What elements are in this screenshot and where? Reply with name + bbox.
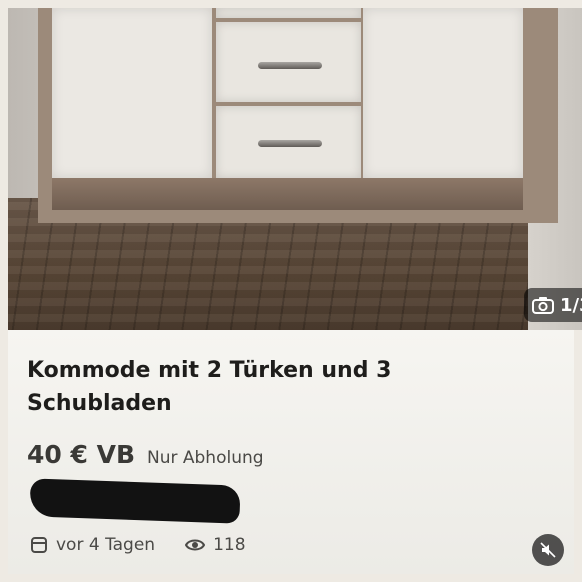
seller-name-redaction [29,478,241,524]
mute-icon [540,542,556,558]
view-count: 118 [213,535,246,555]
listing-title[interactable]: Kommode mit 2 Türken und 3 Schubladen [27,354,447,420]
photo-counter-text: 1/3 [560,294,582,316]
post-photo: 1/3 Kommode mit 2 Türken und 3 Schublade… [0,0,582,582]
dresser-plinth [52,178,523,210]
dresser-door-right [363,8,523,178]
listing-info-card[interactable]: Kommode mit 2 Türken und 3 Schubladen 40… [8,330,574,574]
listing-meta: vor 4 Tagen 118 [30,535,246,555]
price-row: 40 € VB Nur Abholung [27,440,264,469]
listing-price: 40 € VB [27,440,135,469]
eye-icon [185,539,206,551]
dresser-drawer-1 [216,22,361,102]
posted-date: vor 4 Tagen [56,535,156,555]
dresser-drawer-top [216,8,361,18]
mute-button[interactable] [532,534,564,566]
dresser-drawer-2 [216,106,361,178]
drawer-handle [258,140,322,147]
listing-photo[interactable]: 1/3 [8,8,582,330]
photo-counter-badge: 1/3 [524,288,582,322]
dresser-door-left [52,8,212,178]
camera-icon [532,297,554,314]
dresser [38,8,558,223]
shipping-option: Nur Abholung [147,448,264,468]
drawer-handle [258,62,322,69]
calendar-icon [31,537,47,553]
